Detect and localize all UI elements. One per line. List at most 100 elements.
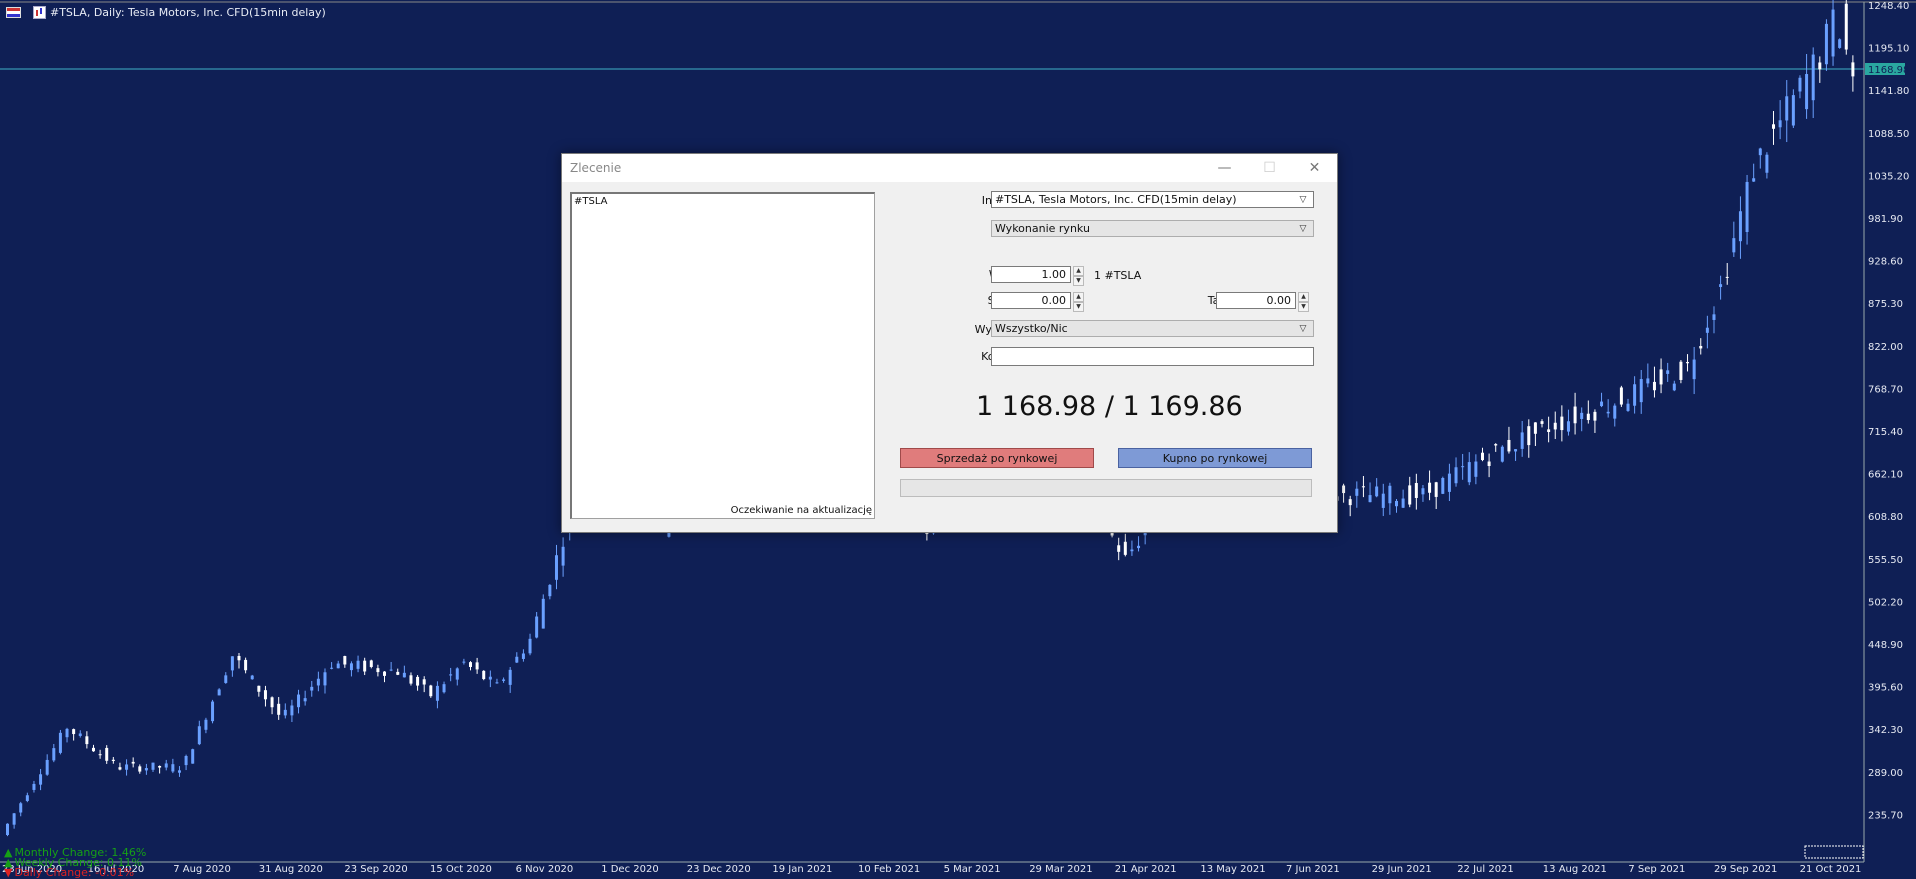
date-tick-label: 7 Sep 2021 xyxy=(1628,864,1685,875)
price-tick-label: 342.30 xyxy=(1868,725,1903,736)
price-tick-label: 395.60 xyxy=(1868,683,1903,694)
candle-body xyxy=(323,672,327,686)
filling-value: Wszystko/Nic xyxy=(995,322,1068,335)
candle-body xyxy=(1507,439,1511,452)
price-tick-label: 1141.80 xyxy=(1868,86,1909,97)
candle-body xyxy=(548,584,552,597)
candle-body xyxy=(1652,381,1656,391)
chart-title: #TSLA, Daily: Tesla Motors, Inc. CFD(15m… xyxy=(50,6,326,19)
chevron-down-icon: ▽ xyxy=(1299,223,1307,234)
price-tick-label: 768.70 xyxy=(1868,384,1903,395)
minimize-button[interactable]: — xyxy=(1202,154,1247,182)
candle-body xyxy=(1514,449,1518,452)
candle-body xyxy=(1553,422,1557,430)
candle-body xyxy=(1586,413,1590,421)
price-tick-label: 555.50 xyxy=(1868,555,1903,566)
candle-body xyxy=(1745,181,1749,232)
candle-body xyxy=(1123,541,1127,555)
candle-body xyxy=(416,676,420,686)
candle-body xyxy=(515,656,519,663)
volume-stepper[interactable]: ▲ ▼ xyxy=(1073,266,1084,286)
candle-body xyxy=(191,749,195,764)
candle-body xyxy=(111,759,115,761)
candle-body xyxy=(1831,9,1835,57)
price-tick-label: 875.30 xyxy=(1868,299,1903,310)
take-profit-stepper[interactable]: ▲ ▼ xyxy=(1298,292,1309,312)
price-tick-label: 662.10 xyxy=(1868,470,1903,481)
candle-body xyxy=(158,765,162,768)
volume-input[interactable]: 1.00 xyxy=(991,266,1071,283)
close-button[interactable]: ✕ xyxy=(1292,154,1337,182)
date-tick-label: 23 Dec 2020 xyxy=(687,864,751,875)
date-tick-label: 19 Jan 2021 xyxy=(772,864,832,875)
date-tick-label: 21 Apr 2021 xyxy=(1115,864,1177,875)
candle-body xyxy=(1480,452,1484,461)
candle-body xyxy=(435,685,439,701)
candle-body xyxy=(1692,359,1696,380)
change-stats: ▲ Monthly Change: 1.46% ▲ Weekly Change: 0… xyxy=(4,847,146,879)
stop-loss-stepper[interactable]: ▲ ▼ xyxy=(1073,292,1084,312)
take-profit-input[interactable]: 0.00 xyxy=(1216,292,1296,309)
candle-body xyxy=(1818,62,1822,70)
candle-body xyxy=(449,674,453,676)
candle-body xyxy=(1646,378,1650,384)
candle-body xyxy=(1368,495,1372,503)
dialog-titlebar[interactable]: Zlecenie — ☐ ✕ xyxy=(562,154,1337,182)
candle-body xyxy=(244,659,248,671)
candle-body xyxy=(469,662,472,667)
candle-body xyxy=(396,671,400,675)
candle-body xyxy=(422,679,426,685)
stop-loss-input[interactable]: 0.00 xyxy=(991,292,1071,309)
instrument-select[interactable]: #TSLA, Tesla Motors, Inc. CFD(15min dela… xyxy=(991,191,1314,208)
candle-body xyxy=(1401,498,1405,508)
filling-select[interactable]: Wszystko/Nic ▽ xyxy=(991,320,1314,337)
chart-icon[interactable] xyxy=(33,6,46,19)
candle-body xyxy=(237,655,241,661)
candle-body xyxy=(541,598,545,629)
type-select[interactable]: Wykonanie rynku ▽ xyxy=(991,220,1314,237)
candle-body xyxy=(349,663,353,671)
status-bar xyxy=(900,479,1312,497)
candle-body xyxy=(257,685,261,692)
candle-body xyxy=(442,684,446,693)
candle-body xyxy=(1593,411,1597,421)
candle-body xyxy=(131,761,135,764)
triangle-down-icon: ▼ xyxy=(4,866,13,879)
candle-body xyxy=(1520,432,1524,449)
candle-body xyxy=(211,701,215,722)
price-tick-label: 608.80 xyxy=(1868,512,1903,523)
price-tick-label: 448.90 xyxy=(1868,640,1903,651)
candle-body xyxy=(554,555,558,580)
candle-body xyxy=(1434,482,1438,497)
comment-input[interactable] xyxy=(991,347,1314,366)
date-tick-label: 1 Dec 2020 xyxy=(601,864,659,875)
candle-body xyxy=(144,768,148,771)
chart-title-bar: #TSLA, Daily: Tesla Motors, Inc. CFD(15m… xyxy=(6,6,326,19)
candle-body xyxy=(482,670,486,680)
candle-body xyxy=(1719,284,1723,287)
maximize-button[interactable]: ☐ xyxy=(1247,154,1292,182)
candle-body xyxy=(52,748,56,761)
candle-body xyxy=(1805,74,1809,110)
candle-body xyxy=(39,774,43,785)
candle-body xyxy=(1361,486,1365,488)
candle-body xyxy=(475,662,479,670)
candle-body xyxy=(1752,178,1756,182)
candle-body xyxy=(32,783,36,790)
candle-body xyxy=(1725,276,1729,278)
sell-market-button[interactable]: Sprzedaż po rynkowej xyxy=(900,448,1094,468)
price-axis: 1248.40 1195.10 1141.80 1088.50 1035.20 981.9… xyxy=(1868,1,1909,821)
candle-body xyxy=(455,668,459,680)
price-tick-label: 1088.50 xyxy=(1868,129,1909,140)
candle-body xyxy=(1447,473,1451,492)
candle-body xyxy=(1467,462,1471,483)
candle-body xyxy=(1606,411,1610,414)
candle-body xyxy=(389,669,393,671)
candle-body xyxy=(98,754,102,756)
price-tick-label: 1195.10 xyxy=(1868,44,1909,55)
candle-body xyxy=(1798,77,1802,92)
buy-market-button[interactable]: Kupno po rynkowej xyxy=(1118,448,1312,468)
candle-body xyxy=(316,678,320,686)
candle-body xyxy=(521,653,525,659)
order-dialog: Zlecenie — ☐ ✕ #TSLA Oczekiwanie na aktu… xyxy=(561,153,1338,533)
